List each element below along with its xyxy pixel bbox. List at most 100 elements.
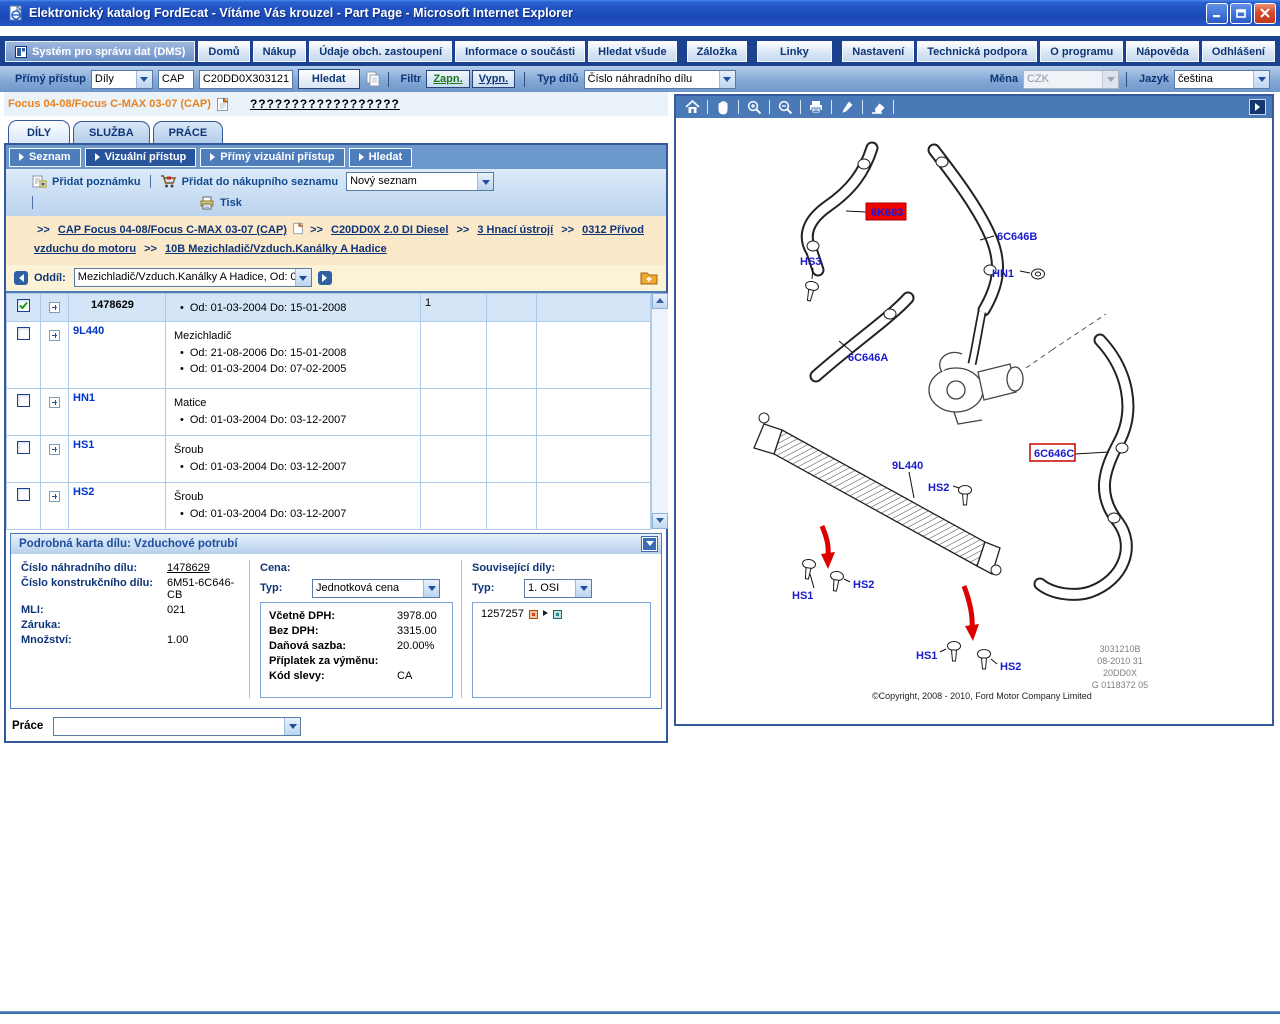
callout-hs1-bottom[interactable]: HS1: [916, 650, 937, 662]
menu-about-button[interactable]: O programu: [1040, 41, 1123, 62]
folder-up-icon[interactable]: [640, 270, 658, 285]
menu-links-button[interactable]: Linky: [757, 41, 832, 62]
callout-9l440[interactable]: 9L440: [892, 460, 923, 472]
callout-hs1-left[interactable]: HS1: [792, 590, 813, 602]
next-section-button[interactable]: [318, 271, 332, 285]
breadcrumb-vehicle-link[interactable]: CAP Focus 04-08/Focus C-MAX 03-07 (CAP): [58, 224, 287, 236]
vehicle-context-label: Focus 04-08/Focus C-MAX 03-07 (CAP): [8, 98, 211, 110]
related-part-link[interactable]: 1257257: [481, 608, 524, 620]
eraser-icon[interactable]: [868, 98, 888, 116]
add-to-shopping-list-button[interactable]: Přidat do nákupního seznamu: [160, 174, 338, 189]
part-type-select[interactable]: Číslo náhradního dílu: [584, 70, 736, 89]
zoom-in-icon[interactable]: [744, 98, 764, 116]
menu-tech-support-button[interactable]: Technická podpora: [917, 41, 1037, 62]
part-number-link[interactable]: HN1: [69, 388, 166, 435]
view-direct-visual-access-button[interactable]: Přímý vizuální přístup: [200, 148, 344, 167]
previous-section-button[interactable]: [14, 271, 28, 285]
print-button[interactable]: Tisk: [199, 196, 242, 210]
document-icon[interactable]: [292, 222, 304, 235]
table-scrollbar[interactable]: [651, 293, 668, 529]
table-row[interactable]: HN1 Matice Od: 01-03-2004 Do: 03-12-2007: [7, 388, 651, 435]
pen-icon[interactable]: [837, 98, 857, 116]
document-icon[interactable]: [216, 97, 229, 112]
table-row[interactable]: HS1 Šroub Od: 01-03-2004 Do: 03-12-2007: [7, 435, 651, 482]
table-row[interactable]: 1478629 Od: 01-03-2004 Do: 15-01-2008 1: [7, 293, 651, 321]
search-button[interactable]: Hledat: [298, 69, 360, 89]
chevron-right-icon: [359, 153, 364, 161]
part-number-link[interactable]: 1478629: [167, 562, 210, 574]
shopping-list-select[interactable]: Nový seznam: [346, 172, 494, 191]
table-row[interactable]: 9L440 Mezichladič Od: 21-08-2006 Do: 15-…: [7, 321, 651, 388]
expand-row-button[interactable]: [49, 397, 60, 408]
menu-dms-button[interactable]: Systém pro správu dat (DMS): [5, 41, 195, 62]
menu-purchase-button[interactable]: Nákup: [253, 41, 307, 62]
callout-6c646b[interactable]: 6C646B: [997, 231, 1037, 243]
restore-button[interactable]: [1230, 3, 1252, 24]
row-checkbox[interactable]: [17, 327, 30, 340]
table-row[interactable]: HS2 Šroub Od: 01-03-2004 Do: 03-12-2007: [7, 482, 651, 529]
view-search-button[interactable]: Hledat: [349, 148, 413, 167]
price-type-select[interactable]: Jednotková cena: [312, 579, 440, 598]
menu-logout-button[interactable]: Odhlášení: [1202, 41, 1275, 62]
breadcrumb-section-link[interactable]: 10B Mezichladič/Vzduch.Kanálky A Hadice: [165, 243, 387, 255]
callout-hs2-core[interactable]: HS2: [928, 482, 949, 494]
search-query-input[interactable]: [199, 70, 293, 89]
collapse-detail-button[interactable]: [642, 537, 657, 551]
callout-hs2-left[interactable]: HS2: [853, 579, 874, 591]
tab-prace[interactable]: PRÁCE: [153, 121, 224, 143]
tab-dily[interactable]: DÍLY: [8, 120, 70, 143]
breadcrumb-group-link[interactable]: 3 Hnací ústrojí: [477, 224, 553, 236]
scroll-down-button[interactable]: [652, 513, 668, 529]
view-list-button[interactable]: Seznam: [9, 148, 81, 167]
part-number-link[interactable]: HS1: [69, 435, 166, 482]
parts-diagram[interactable]: 6K683 HS3 6C646B HN1 6C646A 9L440 HS2 6C…: [676, 118, 1272, 724]
row-checkbox-checked[interactable]: [17, 299, 30, 312]
callout-hs2-bottom[interactable]: HS2: [1000, 661, 1021, 673]
tab-sluzba[interactable]: SLUŽBA: [73, 121, 150, 143]
row-checkbox[interactable]: [17, 488, 30, 501]
part-number-link[interactable]: HS2: [69, 482, 166, 529]
menu-settings-button[interactable]: Nastavení: [842, 41, 914, 62]
expand-panel-button[interactable]: [1249, 99, 1266, 115]
menu-part-info-button[interactable]: Informace o součásti: [455, 41, 585, 62]
row-checkbox[interactable]: [17, 394, 30, 407]
expand-row-button[interactable]: [49, 444, 60, 455]
filter-off-button[interactable]: Vypn.: [472, 70, 516, 88]
part-number[interactable]: 1478629: [69, 293, 166, 321]
home-icon[interactable]: [682, 98, 702, 116]
work-select[interactable]: [53, 717, 301, 736]
unknown-description-link[interactable]: ??????????????????: [250, 97, 400, 111]
expand-row-button[interactable]: [49, 330, 60, 341]
menu-dealer-data-button[interactable]: Údaje obch. zastoupení: [309, 41, 452, 62]
view-visual-access-button[interactable]: Vizuální přístup: [85, 148, 197, 167]
related-type-select[interactable]: 1. OSI: [524, 579, 592, 598]
breadcrumb-engine-link[interactable]: C20DD0X 2.0 DI Diesel: [331, 224, 448, 236]
close-button[interactable]: [1254, 3, 1276, 24]
section-select[interactable]: Mezichladič/Vzduch.Kanálky A Hadice, Od:…: [74, 268, 312, 287]
callout-6c646c-boxed[interactable]: 6C646C: [1034, 448, 1074, 460]
menu-search-all-button[interactable]: Hledat všude: [588, 41, 676, 62]
menu-help-button[interactable]: Nápověda: [1126, 41, 1199, 62]
row-checkbox[interactable]: [17, 441, 30, 454]
scroll-up-button[interactable]: [652, 293, 668, 309]
filter-on-button[interactable]: Zapn.: [426, 70, 469, 88]
pan-hand-icon[interactable]: [713, 98, 733, 116]
callout-hs3[interactable]: HS3: [800, 256, 821, 268]
callout-6k683-highlighted[interactable]: 6K683: [871, 207, 903, 219]
zoom-out-icon[interactable]: [775, 98, 795, 116]
callout-hn1[interactable]: HN1: [992, 268, 1014, 280]
part-number-link[interactable]: 9L440: [69, 321, 166, 388]
access-category-select[interactable]: Díly: [91, 70, 153, 89]
cap-input[interactable]: [158, 70, 194, 89]
copy-pages-icon[interactable]: [366, 71, 381, 88]
menu-home-button[interactable]: Domů: [198, 41, 249, 62]
expand-row-button[interactable]: [49, 302, 60, 313]
menu-bookmark-button[interactable]: Záložka: [687, 41, 747, 62]
add-note-button[interactable]: Přidat poznámku: [32, 174, 141, 189]
diagram-canvas[interactable]: 6K683 HS3 6C646B HN1 6C646A 9L440 HS2 6C…: [676, 118, 1272, 724]
language-select[interactable]: čeština: [1174, 70, 1270, 89]
print-diagram-icon[interactable]: [806, 98, 826, 116]
minimize-button[interactable]: [1206, 3, 1228, 24]
callout-6c646a[interactable]: 6C646A: [848, 352, 888, 364]
expand-row-button[interactable]: [49, 491, 60, 502]
